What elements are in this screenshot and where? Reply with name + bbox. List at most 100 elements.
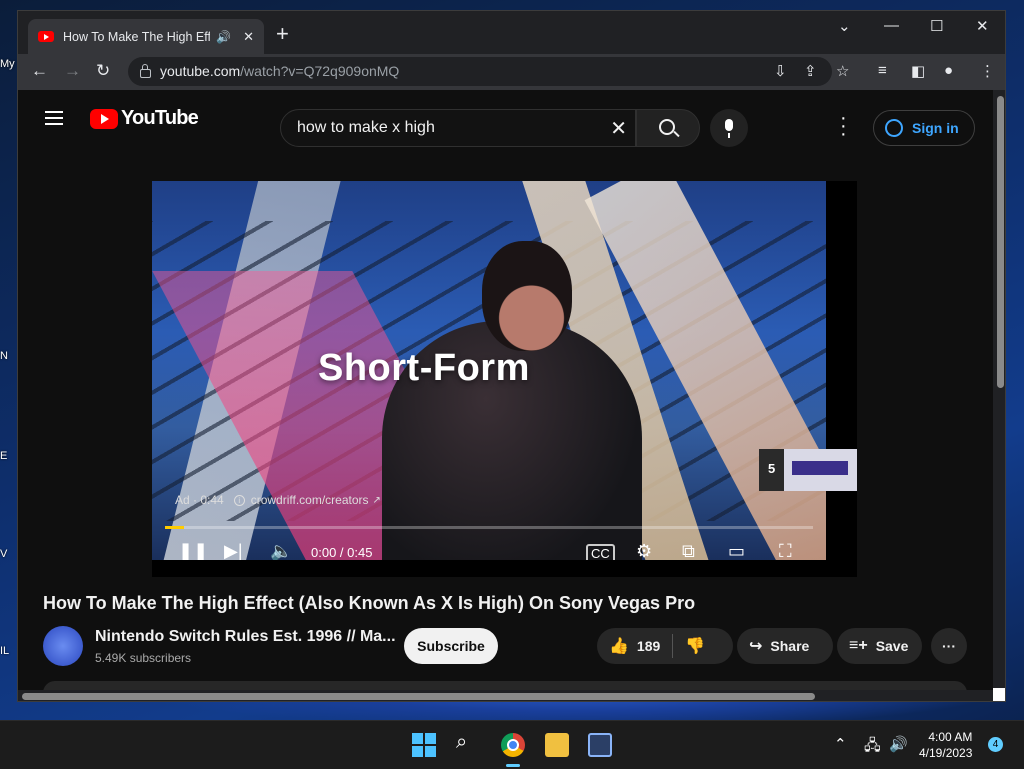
vertical-scrollbar[interactable] [994,90,1005,690]
subscribe-button[interactable]: Subscribe [404,628,498,664]
sign-in-label: Sign in [912,120,959,136]
youtube-logo[interactable]: YouTube [90,107,199,130]
maximize-button[interactable]: ☐ [930,17,943,35]
new-tab-button[interactable]: + [276,23,289,45]
lock-icon[interactable] [140,64,151,78]
network-icon[interactable]: 🖧 [864,735,881,760]
bookmark-star-icon[interactable]: ☆ [836,62,849,80]
pause-button[interactable]: ❚❚ [178,541,208,560]
youtube-play-icon [90,108,118,129]
next-button[interactable]: ▶| [224,541,243,560]
skip-countdown: 5 [768,461,776,476]
theater-mode-icon[interactable]: ▭ [728,541,745,560]
account-icon [885,119,903,137]
youtube-logo-text: YouTube [121,107,199,129]
close-window-button[interactable]: ✕ [976,17,989,35]
browser-tab[interactable]: How To Make The High Effec 🔊 ✕ [28,19,264,54]
save-playlist-icon: ≡+ [849,637,868,654]
ad-link[interactable]: crowdriff.com/creators [251,493,369,507]
desktop-icon-label: E [0,450,8,462]
back-icon[interactable]: ← [31,61,48,81]
clock-time: 4:00 AM [928,730,973,744]
tray-overflow-icon[interactable]: ⌃ [834,735,847,753]
more-actions-button[interactable]: ··· [931,628,967,664]
url-host: youtube.com [160,63,241,79]
taskbar: ⌕ ⌃ 🖧 🔊 4:00 AM 4/19/2023 4 [0,720,1024,769]
channel-avatar[interactable] [43,626,83,666]
dislike-icon[interactable]: 👎 [685,636,705,656]
captions-icon[interactable]: CC [586,544,615,560]
share-button[interactable]: ↪ Share [737,628,833,664]
microphone-icon [725,119,733,131]
like-icon[interactable]: 👍 [609,636,629,656]
start-button[interactable] [412,733,436,757]
settings-more-icon[interactable]: · · · [840,108,847,144]
search-icon [659,119,675,135]
time-display: 0:00 / 0:45 [311,545,373,560]
fullscreen-icon[interactable]: ⛶ [779,541,792,560]
desktop-icon-label: V [0,548,8,560]
reload-icon[interactable]: ↻ [96,61,110,81]
video-overlay-text: Short-Form [318,347,530,389]
video-player[interactable]: Short-Form Ad · 0:44 i crowdriff.com/cre… [152,181,857,577]
youtube-page: YouTube how to make x high ✕ · · · Sign in [18,90,993,690]
desktop-icon-label: N [0,350,8,362]
menu-icon[interactable] [45,111,63,129]
share-page-icon[interactable]: ⇪ [804,62,817,80]
browser-menu-icon[interactable]: ⋮ [980,62,995,80]
save-button[interactable]: ≡+ Save [837,628,922,664]
like-dislike-group: 👍 189 👎 [597,628,733,664]
youtube-header: YouTube how to make x high ✕ · · · Sign in [18,90,993,147]
search-taskbar-icon[interactable]: ⌕ [456,731,480,755]
search-input[interactable]: how to make x high [297,119,435,137]
info-icon[interactable]: i [233,494,245,506]
install-icon[interactable]: ⇩ [774,62,787,80]
url-path: /watch?v=Q72q909onMQ [240,63,400,79]
profile-icon[interactable]: ● [944,62,953,79]
tab-strip: How To Make The High Effec 🔊 ✕ + ⌄ — ☐ ✕ [18,11,1005,54]
media-controls-icon[interactable]: ≡ [878,62,887,79]
clock-date: 4/19/2023 [919,746,973,760]
more-icon: ··· [942,638,956,654]
desktop-icon-label: IL [0,645,10,657]
miniplayer-icon[interactable]: ⧉ [682,541,695,560]
progress-bar[interactable] [165,526,813,529]
audio-playing-icon[interactable]: 🔊 [216,30,231,44]
tab-search-icon[interactable]: ⌄ [838,17,851,35]
clear-search-icon[interactable]: ✕ [610,116,627,141]
settings-gear-icon[interactable]: ⚙ [636,541,652,560]
next-video-thumbnail [784,449,857,491]
active-app-indicator [506,764,520,767]
minimize-button[interactable]: — [884,17,899,34]
browser-window: How To Make The High Effec 🔊 ✕ + ⌄ — ☐ ✕… [17,10,1006,702]
url-text: youtube.com/watch?v=Q72q909onMQ [160,63,399,79]
forward-icon[interactable]: → [64,61,81,81]
ad-label: Ad · 0:44 [175,493,224,507]
horizontal-scrollbar[interactable] [18,690,1005,701]
description-box[interactable] [43,681,967,690]
video-frame[interactable]: Short-Form Ad · 0:44 i crowdriff.com/cre… [152,181,826,560]
skip-ad-preview[interactable]: 5 [759,449,857,491]
like-count[interactable]: 189 [637,638,660,654]
tab-close-icon[interactable]: ✕ [243,29,254,45]
side-panel-icon[interactable]: ◧ [911,62,925,80]
notification-badge[interactable]: 4 [988,737,1003,752]
file-explorer-icon[interactable] [545,733,569,757]
progress-fill [165,526,185,529]
speaker-icon[interactable]: 🔊 [889,735,908,753]
tab-title: How To Make The High Effec [63,29,211,44]
youtube-favicon-icon [38,31,54,42]
search-button[interactable] [636,109,700,147]
scroll-corner [993,688,1005,701]
share-icon: ↪ [749,638,763,655]
video-editor-icon[interactable] [588,733,612,757]
video-title: How To Make The High Effect (Also Known … [43,593,696,613]
volume-icon[interactable]: 🔈 [270,541,292,560]
address-bar[interactable]: youtube.com/watch?v=Q72q909onMQ ⇩ ⇪ ☆ [128,57,849,86]
chrome-taskbar-icon[interactable] [501,733,525,757]
voice-search-button[interactable] [710,109,748,147]
system-clock[interactable]: 4:00 AM 4/19/2023 [919,729,972,761]
channel-name[interactable]: Nintendo Switch Rules Est. 1996 // Ma... [95,628,396,646]
search-box[interactable]: how to make x high ✕ [280,109,636,147]
sign-in-button[interactable]: Sign in [873,110,975,146]
